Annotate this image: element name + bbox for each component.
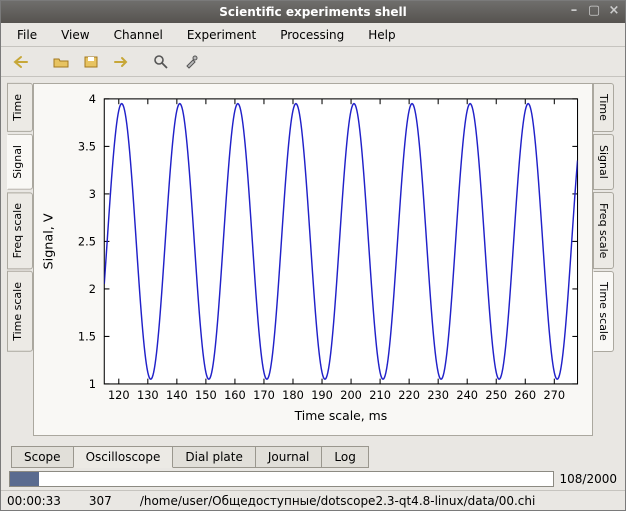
window-titlebar: Scientific experiments shell – ▢ × — [1, 1, 625, 23]
signal-chart[interactable]: 1 1.5 2 2.5 3 3.5 4 120 130 140 150 160 170 180 190 200… — [34, 84, 592, 435]
svg-text:1.5: 1.5 — [78, 330, 96, 344]
toolbar — [1, 47, 625, 77]
svg-text:2: 2 — [89, 282, 96, 296]
svg-text:250: 250 — [485, 388, 507, 402]
svg-text:3.5: 3.5 — [78, 139, 96, 153]
right-tab-time-scale[interactable]: Time scale — [593, 271, 614, 352]
tab-journal[interactable]: Journal — [255, 446, 323, 468]
status-count: 307 — [89, 494, 112, 508]
svg-text:150: 150 — [195, 388, 217, 402]
svg-text:220: 220 — [398, 388, 420, 402]
back-button[interactable] — [7, 50, 35, 74]
svg-text:4: 4 — [89, 92, 96, 106]
left-tab-time-scale[interactable]: Time scale — [7, 271, 33, 352]
window-maximize-icon[interactable]: ▢ — [587, 3, 601, 18]
svg-text:2.5: 2.5 — [78, 235, 96, 249]
progress-text: 108/2000 — [560, 472, 618, 486]
svg-text:170: 170 — [253, 388, 275, 402]
work-area: Time Signal Freq scale Time scale 11.522… — [1, 77, 625, 442]
svg-text:Signal, V: Signal, V — [41, 213, 56, 269]
plot-frame: 1 1.5 2 2.5 3 3.5 4 120 130 140 150 160 170 180 190 200… — [33, 83, 593, 436]
tab-scope[interactable]: Scope — [11, 446, 74, 468]
window-minimize-icon[interactable]: – — [567, 3, 581, 18]
window-title: Scientific experiments shell — [219, 5, 407, 19]
svg-text:200: 200 — [340, 388, 362, 402]
menu-help[interactable]: Help — [358, 26, 405, 44]
menubar: File View Channel Experiment Processing … — [1, 23, 625, 47]
svg-text:190: 190 — [311, 388, 333, 402]
export-button[interactable] — [107, 50, 135, 74]
save-button[interactable] — [77, 50, 105, 74]
menu-processing[interactable]: Processing — [270, 26, 354, 44]
svg-text:Time scale, ms: Time scale, ms — [294, 408, 388, 423]
left-tab-signal[interactable]: Signal — [7, 134, 33, 190]
left-tab-freq-scale[interactable]: Freq scale — [7, 192, 33, 269]
window-close-icon[interactable]: × — [607, 3, 621, 18]
menu-experiment[interactable]: Experiment — [177, 26, 266, 44]
status-bar: 00:00:33 307 /home/user/Общедоступные/do… — [1, 490, 625, 510]
svg-text:120: 120 — [108, 388, 130, 402]
tool-button[interactable] — [177, 50, 205, 74]
left-tab-strip: Time Signal Freq scale Time scale — [7, 83, 33, 436]
svg-text:210: 210 — [369, 388, 391, 402]
svg-text:160: 160 — [224, 388, 246, 402]
svg-text:3: 3 — [89, 187, 96, 201]
menu-view[interactable]: View — [51, 26, 99, 44]
tab-log[interactable]: Log — [321, 446, 368, 468]
svg-text:270: 270 — [543, 388, 565, 402]
menu-file[interactable]: File — [7, 26, 47, 44]
svg-text:1: 1 — [89, 377, 96, 391]
progress-fill — [10, 472, 39, 486]
progress-bar — [9, 471, 554, 487]
tab-dial-plate[interactable]: Dial plate — [172, 446, 255, 468]
svg-text:130: 130 — [137, 388, 159, 402]
open-folder-button[interactable] — [47, 50, 75, 74]
svg-text:230: 230 — [427, 388, 449, 402]
status-time: 00:00:33 — [7, 494, 61, 508]
svg-text:260: 260 — [514, 388, 536, 402]
progress-row: 108/2000 — [1, 468, 625, 490]
right-tab-freq-scale[interactable]: Freq scale — [593, 192, 614, 269]
right-tab-time[interactable]: Time — [593, 83, 614, 132]
menu-channel[interactable]: Channel — [104, 26, 173, 44]
left-tab-time[interactable]: Time — [7, 83, 33, 132]
zoom-button[interactable] — [147, 50, 175, 74]
svg-text:180: 180 — [282, 388, 304, 402]
right-tab-strip: Time Signal Freq scale Time scale — [593, 83, 619, 436]
right-tab-signal[interactable]: Signal — [593, 134, 614, 190]
tab-oscilloscope[interactable]: Oscilloscope — [73, 446, 174, 468]
bottom-tab-strip: Scope Oscilloscope Dial plate Journal Lo… — [1, 442, 625, 468]
svg-text:240: 240 — [456, 388, 478, 402]
status-path: /home/user/Общедоступные/dotscope2.3-qt4… — [140, 494, 536, 508]
svg-text:140: 140 — [166, 388, 188, 402]
